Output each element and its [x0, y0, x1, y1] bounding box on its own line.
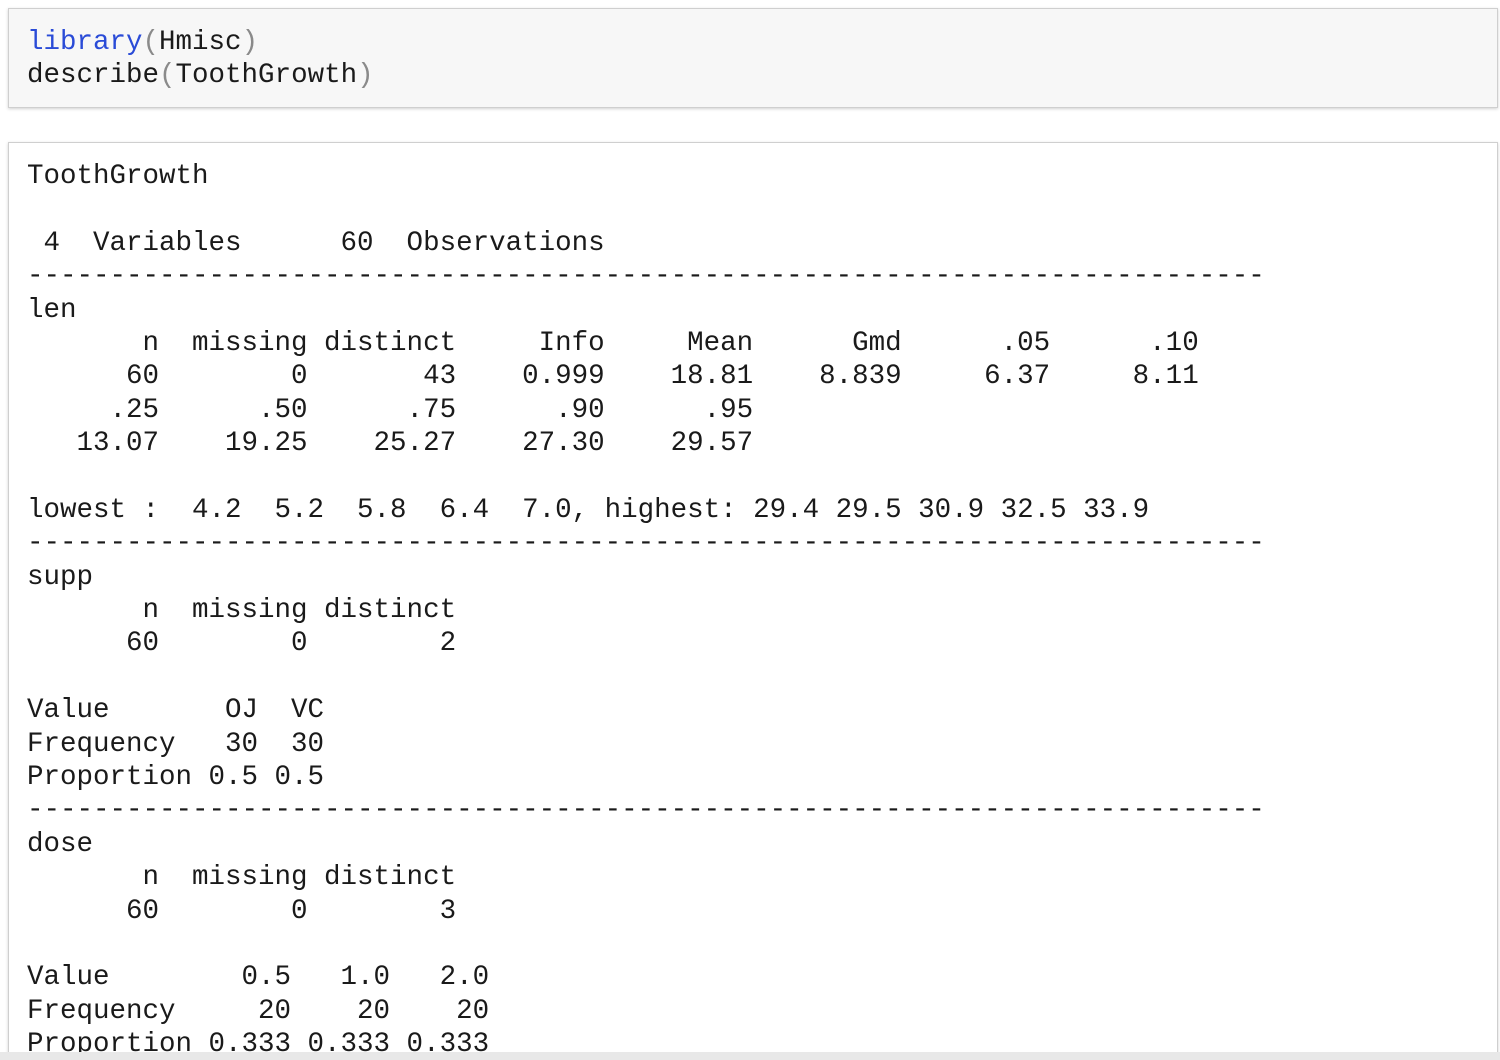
function-argument: ToothGrowth [175, 60, 358, 92]
output-line: Frequency 30 30 [27, 728, 325, 760]
output-line: Proportion 0.5 0.5 [27, 762, 325, 794]
describe-output: ToothGrowth 4 Variables 60 Observations -… [27, 160, 1265, 1054]
output-line: Proportion 0.333 0.333 0.333 [27, 1029, 490, 1054]
output-line: Frequency 20 20 20 [27, 995, 490, 1027]
output-line: lowest : 4.2 5.2 5.8 6.4 7.0, highest: 2… [27, 494, 1150, 526]
function-argument: Hmisc [159, 27, 242, 58]
output-line: len [27, 294, 77, 326]
output-line: ----------------------------------------… [27, 528, 1265, 560]
output-line: ToothGrowth [27, 161, 209, 192]
function-name: library [27, 27, 143, 58]
output-line: 4 Variables 60 Observations [27, 227, 605, 259]
notebook-bottom-bar [0, 1052, 1500, 1060]
open-paren: ( [159, 60, 176, 92]
output-line: n missing distinct Info Mean Gmd .05 .10 [27, 327, 1199, 359]
output-line: 60 0 3 [27, 895, 457, 927]
code-editor[interactable]: library(Hmisc) describe(ToothGrowth) [27, 26, 374, 93]
output-line: 60 0 43 0.999 18.81 8.839 6.37 8.11 [27, 361, 1199, 393]
output-line: supp [27, 561, 94, 593]
output-cell: ToothGrowth 4 Variables 60 Observations -… [8, 142, 1498, 1054]
output-line: ----------------------------------------… [27, 261, 1265, 293]
output-line: n missing distinct [27, 595, 457, 627]
close-paren: ) [357, 60, 374, 92]
close-paren: ) [241, 27, 259, 58]
output-line: n missing distinct [27, 862, 457, 894]
output-line: .25 .50 .75 .90 .95 [27, 394, 754, 426]
output-line: Value 0.5 1.0 2.0 [27, 962, 490, 994]
function-name: describe [27, 60, 160, 92]
output-line: 60 0 2 [27, 628, 457, 660]
output-line: Value OJ VC [27, 695, 325, 727]
output-line: 13.07 19.25 25.27 27.30 29.57 [27, 428, 754, 460]
code-input-cell[interactable]: library(Hmisc) describe(ToothGrowth) [8, 8, 1498, 108]
open-paren: ( [142, 27, 160, 58]
output-line: ----------------------------------------… [27, 795, 1265, 827]
output-line: dose [27, 828, 94, 860]
